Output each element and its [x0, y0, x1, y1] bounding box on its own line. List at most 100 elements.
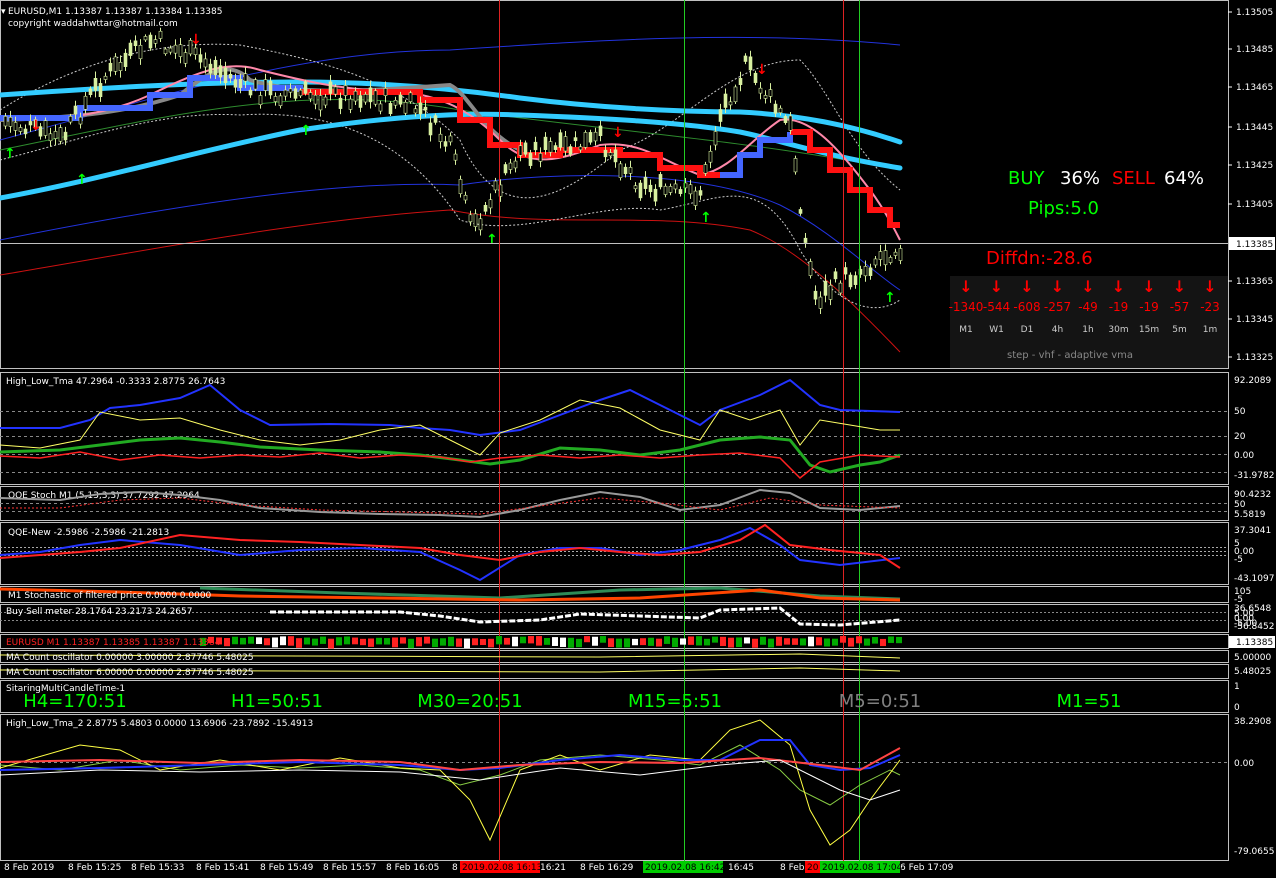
ma-count-2-tick: 5.48025: [1234, 667, 1271, 677]
svg-text:↓: ↓: [30, 118, 42, 134]
tf-name: 5m: [1172, 325, 1187, 335]
price-tick: 1.13485: [1236, 45, 1273, 55]
candle-time-item: M30=20:51: [417, 691, 522, 712]
collapse-icon[interactable]: ▾: [1, 7, 6, 17]
axis-tick: 0.00: [1234, 451, 1254, 461]
down-arrow-icon: ↓: [1081, 277, 1094, 296]
sell-percent: 64%: [1164, 168, 1204, 189]
buy-sell-meter-window[interactable]: Buy Sell meter 28.1764 23.2173 24.2657 3…: [0, 604, 1274, 632]
price-tick: 1.13465: [1236, 83, 1273, 93]
main-header: EURUSD,M1 1.13387 1.13387 1.13384 1.1338…: [1, 7, 222, 29]
down-arrow-icon: ↓: [1203, 277, 1216, 296]
axis-tick: 20: [1234, 432, 1246, 442]
axis-tick: 50: [1234, 407, 1246, 417]
candle-time-window[interactable]: SitaringMultiCandleTime-1 H4=170:51 H1=50…: [6, 682, 1240, 713]
candle-time-tick-bottom: 0: [1234, 703, 1240, 713]
timeframe-panel: ↓ -1340 M1 ↓ -544 W1 ↓ -608 D1 ↓ -257 4h ↓ -49 1h ↓ -19 3…: [949, 276, 1228, 368]
candles-price-tag: 1.13385: [1236, 638, 1273, 648]
tf-name: 1m: [1203, 325, 1218, 335]
candle-time-tick-top: 1: [1234, 682, 1240, 692]
axis-tick: -43.1097: [1234, 574, 1274, 584]
axis-tick: -5: [1234, 555, 1243, 565]
axis-tick: -79.0655: [1234, 847, 1274, 857]
qqe-new-title: QQE-New -2.5986 -2.5986 -21.2813: [8, 528, 169, 538]
svg-text:↑: ↑: [4, 146, 16, 162]
hl-tma-title: High_Low_Tma 47.2964 -0.3333 2.8775 26.7…: [6, 377, 225, 387]
symbol-header: EURUSD,M1 1.13387 1.13387 1.13384 1.1338…: [8, 7, 222, 17]
axis-tick: 90.4232: [1234, 490, 1271, 500]
time-label: 6 Feb 17:09: [900, 863, 954, 873]
ma-count-2-title: MA Count oscillator 6.00000 0.00000 2.87…: [6, 668, 254, 678]
tf-value: -544: [983, 300, 1010, 314]
tf-name: M1: [959, 325, 973, 335]
ma-count-1-tick: 5.00000: [1234, 653, 1271, 663]
panel-footer: step - vhf - adaptive vma: [1007, 350, 1133, 361]
svg-text:↑: ↑: [76, 172, 88, 188]
qqe-stoch-window[interactable]: QQE Stoch M1 (5,13,3,3) 37.7292 47.2964 …: [0, 488, 1271, 520]
tf-name: 15m: [1139, 325, 1159, 335]
axis-tick: 37.3041: [1234, 526, 1271, 536]
ma-count-1-title: MA Count oscillator 0.00000 3.00000 2.87…: [6, 653, 254, 663]
time-axis: 8 Feb 2019 8 Feb 15:25 8 Feb 15:33 8 Feb 15…: [4, 861, 954, 873]
current-price-tag: 1.13385: [1236, 240, 1273, 250]
tf-value: -608: [1013, 300, 1040, 314]
candle-time-item: M5=0:51: [839, 691, 922, 712]
candle-time-item: H4=170:51: [23, 691, 126, 712]
pips-value: Pips:5.0: [1028, 198, 1099, 219]
price-tick: 1.13365: [1236, 277, 1273, 287]
down-arrow-icon: ↓: [1051, 277, 1064, 296]
buy-label: BUY: [1008, 168, 1046, 189]
axis-tick: 92.2089: [1234, 376, 1271, 386]
price-tick: 1.13505: [1236, 8, 1273, 18]
hl-tma-window[interactable]: High_Low_Tma 47.2964 -0.3333 2.8775 26.7…: [0, 376, 1274, 481]
down-arrow-icon: ↓: [959, 277, 972, 296]
svg-text:↑: ↑: [700, 210, 712, 226]
hl-tma-2-title: High_Low_Tma_2 2.8775 5.4803 0.0000 13.6…: [6, 719, 313, 729]
tf-value: -257: [1044, 300, 1071, 314]
time-label: 8 Feb 16:29: [580, 863, 634, 873]
time-label: 8 Feb 15:33: [131, 863, 184, 873]
time-label: 8 Feb 15:25: [68, 863, 121, 873]
ma-count-1-window[interactable]: MA Count oscillator 0.00000 3.00000 2.87…: [0, 653, 1271, 663]
tf-name: W1: [989, 325, 1004, 335]
price-tick: 1.13425: [1236, 161, 1273, 171]
time-marker: 2019.02.08 16:42: [645, 863, 725, 873]
down-arrow-icon: ↓: [1173, 277, 1186, 296]
time-label: 16:21: [540, 863, 566, 873]
hl-tma-2-window[interactable]: High_Low_Tma_2 2.8775 5.4803 0.0000 13.6…: [0, 717, 1274, 857]
eurusd-candles-window[interactable]: EURUSD M1 1.13387 1.13385 1.13387 1.1338…: [6, 636, 1275, 649]
time-label: 8 Feb 2019: [4, 863, 55, 873]
tf-value: -1340: [949, 300, 984, 314]
candle-time-item: M1=51: [1057, 691, 1122, 712]
down-arrow-icon: ↓: [990, 277, 1003, 296]
qqe-new-window[interactable]: QQE-New -2.5986 -2.5986 -21.2813 37.3041…: [0, 523, 1274, 584]
tf-name: 1h: [1082, 325, 1093, 335]
price-tick: 1.13325: [1236, 353, 1273, 363]
price-tick: 1.13405: [1236, 200, 1273, 210]
copyright-text: copyright waddahwttar@hotmail.com: [8, 19, 178, 29]
down-arrow-icon: ↓: [1142, 277, 1155, 296]
axis-tick: 50: [1234, 500, 1246, 510]
diff-value: Diffdn:-28.6: [986, 248, 1093, 269]
svg-text:↓: ↓: [612, 125, 624, 141]
svg-text:↑: ↑: [884, 290, 896, 306]
signal-info: BUY 36% SELL 64% Pips:5.0 Diffdn:-28.6: [986, 168, 1204, 269]
down-arrow-icon: ↓: [1112, 277, 1125, 296]
tf-name: 4h: [1052, 325, 1063, 335]
time-marker: 2019.02.08 17:04: [822, 863, 903, 873]
tf-name: D1: [1021, 325, 1034, 335]
price-tick: 1.13445: [1236, 123, 1273, 133]
svg-text:↓: ↓: [756, 62, 768, 78]
down-arrow-icon: ↓: [1020, 277, 1033, 296]
ma-count-2-window[interactable]: MA Count oscillator 6.00000 0.00000 2.87…: [0, 667, 1271, 678]
stoch-filtered-title: M1 Stochastic of filtered price 0.0000 0…: [8, 591, 212, 601]
time-label: 16:45: [728, 863, 754, 873]
time-label: 8 Feb 15:41: [196, 863, 249, 873]
buy-percent: 36%: [1060, 168, 1100, 189]
terminal-chart[interactable]: ↑ ↑ ↑ ↑ ↑ ↑ ↓ ↓ ↓ ↓ EURUSD,M1 1.13387 1.…: [0, 0, 1276, 878]
svg-text:↓: ↓: [190, 32, 202, 48]
tf-value: -23: [1200, 300, 1220, 314]
price-axis: 1.13505 1.13485 1.13465 1.13445 1.13425 1.134…: [1228, 8, 1273, 363]
time-marker: 2019.02.08 16:13: [462, 863, 542, 873]
tf-value: -19: [1109, 300, 1129, 314]
